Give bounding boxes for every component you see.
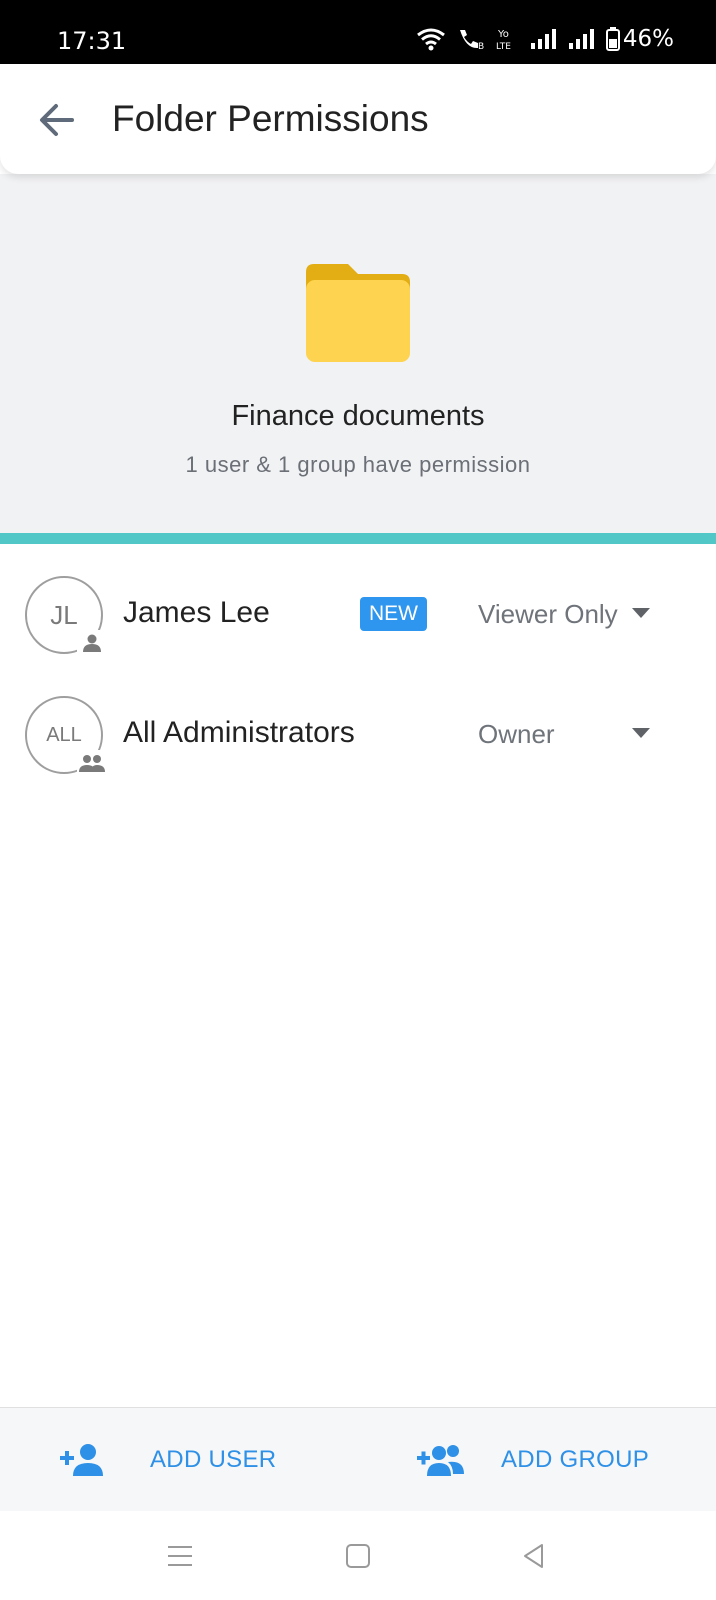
add-user-label: ADD USER [150,1446,277,1473]
chevron-down-icon [632,608,650,618]
home-icon [346,1544,370,1568]
list-item[interactable]: ALL All Administrators Owner [0,674,716,794]
avatar-initials: ALL [46,723,82,746]
avatar: ALL [25,696,107,776]
permission-list: JL James Lee NEW Viewer Only ALL All Adm… [0,554,716,794]
nav-back-button[interactable] [514,1539,554,1573]
wifi-icon [416,28,445,51]
menu-icon [168,1546,192,1566]
add-user-button[interactable]: ADD USER [58,1408,276,1512]
folder-header: Finance documents 1 user & 1 group have … [0,174,716,544]
add-group-label: ADD GROUP [501,1446,650,1473]
group-type-badge [77,750,107,776]
home-button[interactable] [338,1539,378,1573]
battery-percent: 46% [622,26,674,52]
new-badge: NEW [360,597,427,631]
person-icon [83,634,101,652]
folder-name: Finance documents [231,400,485,432]
signal-icon [530,29,556,49]
list-item[interactable]: JL James Lee NEW Viewer Only [0,554,716,674]
arrow-back-icon [40,104,74,136]
status-bar: 17:31 B Yo LTE 46% [0,0,716,64]
folder-icon [306,264,410,362]
chevron-down-icon [632,728,650,738]
back-icon [524,1544,543,1568]
avatar: JL [25,576,107,656]
role-dropdown[interactable]: Owner [478,704,658,764]
back-button[interactable] [30,94,82,146]
battery-indicator: 46% [605,26,674,52]
user-type-badge [77,630,107,656]
bottom-action-bar: ADD USER ADD GROUP [0,1407,716,1511]
page-title: Folder Permissions [112,98,429,139]
app-bar: Folder Permissions [0,64,716,174]
role-value: Owner [478,718,555,749]
svg-text:LTE: LTE [496,42,511,51]
volte-icon: Yo LTE [496,29,511,51]
status-icons: B Yo LTE 46% [416,26,674,52]
battery-icon [605,27,620,51]
group-icon [79,755,105,772]
role-dropdown[interactable]: Viewer Only [478,584,658,644]
permission-summary: 1 user & 1 group have permission [185,452,531,477]
svg-text:Yo: Yo [497,29,509,40]
add-group-button[interactable]: ADD GROUP [415,1408,649,1512]
signal-icon [568,29,594,49]
member-name: All Administrators [123,716,355,749]
add-group-icon [417,1445,464,1476]
wifi-calling-icon: B [459,30,484,51]
avatar-initials: JL [50,599,78,630]
member-name: James Lee [123,596,270,629]
status-time: 17:31 [57,27,127,55]
recent-apps-button[interactable] [160,1539,200,1573]
svg-text:B: B [478,42,484,51]
system-nav-bar [0,1511,716,1600]
add-user-icon [60,1444,103,1476]
role-value: Viewer Only [478,598,618,629]
